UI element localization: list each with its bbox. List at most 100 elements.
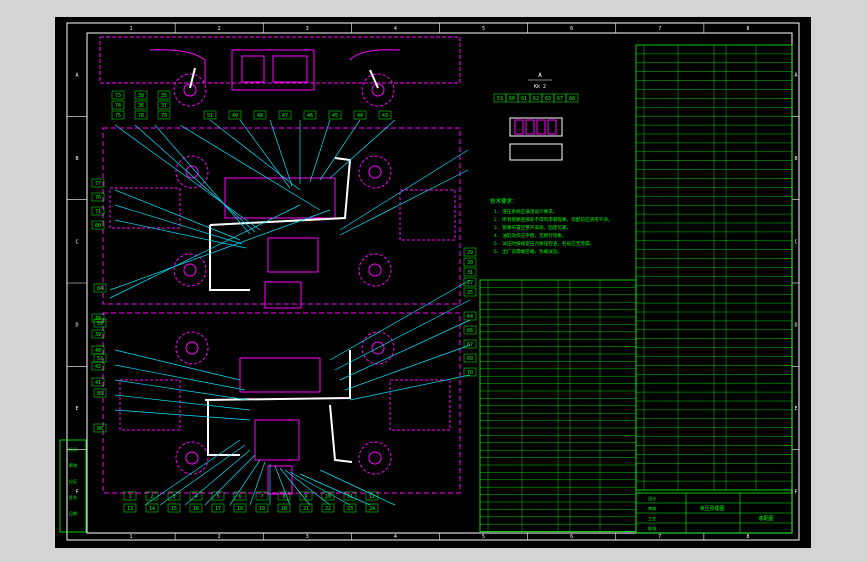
drawing-background [55, 17, 811, 548]
zone-number-bottom: 8 [746, 534, 749, 540]
zone-number-bottom: 7 [658, 534, 661, 540]
callout-valve: 53 [497, 96, 503, 102]
title-block-cell: 批准 [648, 525, 656, 532]
zone-letter-right: E [794, 406, 797, 412]
callout-upper-row-3: 75 [115, 113, 121, 119]
callout-upper-top: 49 [232, 113, 238, 119]
stamp-cell: 更改 [69, 462, 78, 469]
callout-upper-top: 51 [207, 113, 213, 119]
callout-bottom-row: 16 [193, 506, 199, 512]
callout-bottom-row: 14 [149, 506, 155, 512]
zone-number-bottom: 2 [218, 534, 221, 540]
callout-mid-right: 29 [467, 250, 473, 256]
callout-upper-left: 77 [95, 181, 101, 187]
stamp-cell: 签名 [69, 494, 77, 501]
title-block-cell: 审核 [648, 505, 657, 512]
zone-letter-left: B [75, 156, 78, 162]
title-block-cell: 工艺 [648, 516, 656, 521]
zone-number-top: 1 [130, 26, 133, 32]
note-line: 6. 出厂前需做空载、负载试验。 [494, 248, 562, 255]
zone-letter-right: D [794, 323, 797, 329]
title-block-label: 液压原理图 [699, 505, 724, 512]
callout-sidebar: 59 [97, 321, 103, 327]
callout-valve: 60 [509, 96, 515, 102]
callout-bottom-row: 18 [237, 506, 243, 512]
zone-number-bottom: 4 [394, 534, 397, 540]
callout-lower-left: 42 [95, 364, 101, 370]
cad-window: 1122334455667788AABBCCDDEEFF 73 38 35 74 36 3… [0, 0, 867, 562]
stamp-cell: 分区 [69, 478, 77, 485]
callout-bottom-row: 24 [369, 506, 375, 512]
zone-letter-right: F [794, 489, 797, 495]
zone-number-bottom: 5 [482, 534, 485, 540]
callout-upper-top: 45 [332, 113, 338, 119]
zone-number-top: 6 [570, 26, 573, 32]
callout-sidebar: 84 [97, 286, 103, 292]
callout-lower-right: 70 [467, 370, 473, 376]
callout-bottom-row: 4 [194, 494, 197, 500]
zone-letter-right: B [794, 156, 797, 162]
callout-bottom-row: 2 [150, 494, 153, 500]
callout-upper-top: 47 [282, 113, 288, 119]
callout-valve: 68 [569, 96, 575, 102]
zone-letter-left: A [75, 73, 78, 79]
callout-bottom-row: 7 [260, 494, 263, 500]
notes-heading: 技术要求： [490, 197, 518, 205]
callout-bottom-row: 5 [216, 494, 219, 500]
callout-upper-row-3: 79 [161, 113, 167, 119]
callout-upper-row-3: 78 [138, 113, 144, 119]
callout-upper-row-1: 38 [138, 93, 144, 99]
callout-upper-top: 43 [382, 113, 388, 119]
callout-bottom-row: 23 [347, 506, 353, 512]
callout-lower-right: 66 [467, 328, 473, 334]
callout-mid-right: 25 [467, 290, 473, 296]
callout-sidebar: 53 [97, 356, 103, 362]
zone-letter-right: C [794, 239, 797, 245]
callout-bottom-row: 21 [303, 506, 309, 512]
callout-bottom-row: 8 [282, 494, 285, 500]
callout-bottom-row: 20 [281, 506, 287, 512]
callout-upper-row-1: 35 [161, 93, 167, 99]
note-line: 2. 所有管路连接处不得有渗漏现象，装配前应清洗干净。 [494, 216, 613, 223]
callout-mid-right: 30 [467, 260, 473, 266]
callout-bottom-row: 1 [128, 494, 131, 500]
cad-drawing: 1122334455667788A AB BC CD DE EF F 73 38 3574 36 3… [55, 17, 811, 548]
callout-sidebar: 85 [97, 391, 103, 397]
zone-letter-left: D [75, 323, 78, 329]
callout-lower-right: 67 [467, 342, 473, 348]
note-line: 1. 液压系统应满足设计要求。 [494, 208, 557, 215]
callout-bottom-row: 10 [325, 494, 331, 500]
callout-valve: 61 [521, 96, 527, 102]
callout-bottom-row: 3 [172, 494, 175, 500]
zone-letter-left: E [75, 406, 78, 412]
callout-upper-left: 80 [95, 223, 101, 229]
zone-number-bottom: 6 [570, 534, 573, 540]
callout-upper-left: 71 [95, 209, 101, 215]
callout-lower-right: 64 [467, 314, 473, 320]
title-block-sublabel: 装配图 [758, 515, 773, 522]
zone-number-top: 4 [394, 26, 397, 32]
callout-bottom-row: 17 [215, 506, 221, 512]
zone-letter-left: C [75, 239, 78, 245]
callout-upper-row-1: 73 [115, 93, 121, 99]
callout-bottom-row: 12 [369, 494, 375, 500]
zone-letter-right: A [794, 73, 797, 79]
callout-upper-left: 76 [95, 195, 101, 201]
callout-upper-top: 44 [357, 113, 363, 119]
callout-bottom-row: 19 [259, 506, 265, 512]
callout-mid-right: 27 [467, 280, 473, 286]
zone-number-top: 5 [482, 26, 485, 32]
callout-bottom-row: 9 [304, 494, 307, 500]
title-block-cell: 设计 [648, 495, 656, 502]
callout-upper-row-2: 36 [138, 103, 144, 109]
callout-upper-top: 46 [307, 113, 313, 119]
zone-number-top: 2 [218, 26, 221, 32]
callout-valve: 62 [533, 96, 539, 102]
callout-bottom-row: 13 [127, 506, 133, 512]
note-line: 3. 管路布置应整齐美观，固定可靠。 [494, 224, 571, 231]
callout-upper-top: 48 [257, 113, 263, 119]
callout-sidebar: 86 [97, 426, 103, 432]
callout-mid-right: 31 [467, 270, 473, 276]
callout-lower-left: 41 [95, 380, 101, 386]
note-line: 4. 油缸动作应平稳，无爬行现象。 [494, 232, 567, 239]
